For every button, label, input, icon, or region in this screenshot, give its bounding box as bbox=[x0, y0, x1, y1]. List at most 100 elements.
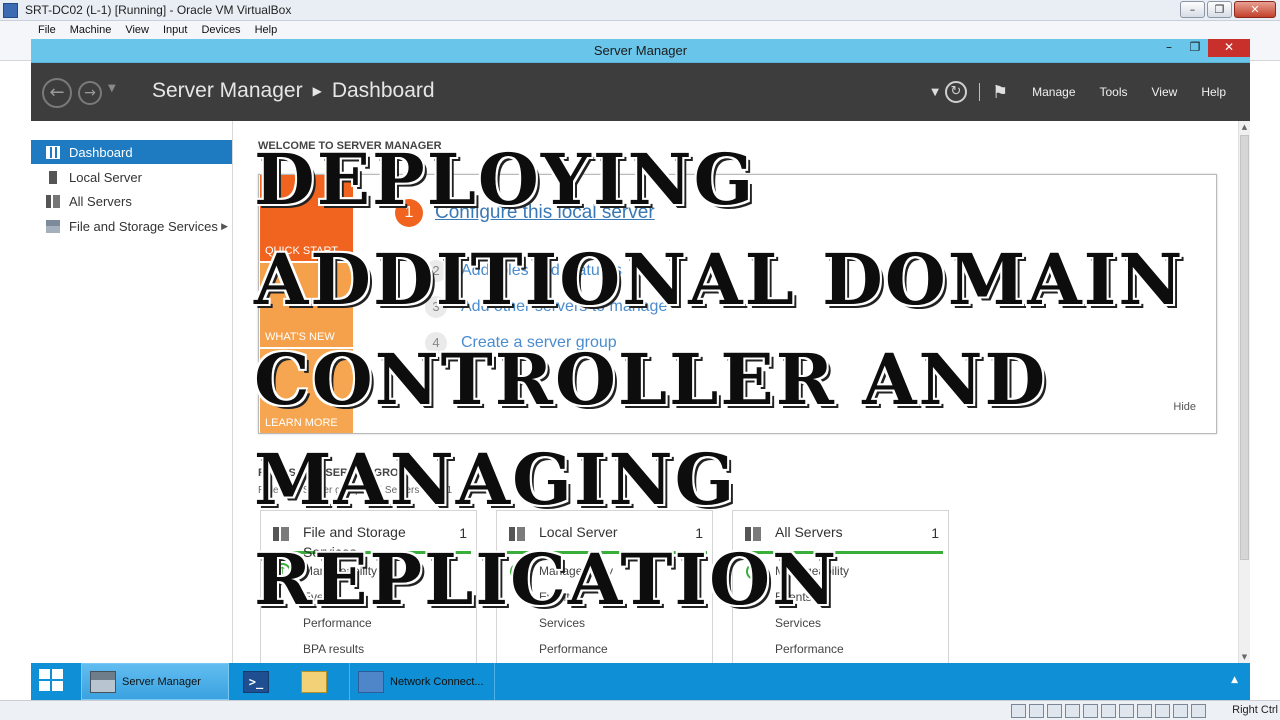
vertical-scrollbar[interactable]: ▲ ▼ bbox=[1238, 121, 1250, 663]
tile-all-servers[interactable]: All Servers 1 ↑ Manageability Events Ser… bbox=[732, 510, 949, 663]
dashboard-icon bbox=[46, 145, 60, 159]
menu-tools[interactable]: Tools bbox=[1100, 85, 1128, 99]
tray-expand-icon[interactable]: ▲ bbox=[1231, 675, 1238, 685]
sm-restore-button[interactable]: ❐ bbox=[1182, 39, 1208, 57]
tile-row[interactable]: Performance bbox=[303, 616, 372, 630]
history-dropdown-icon[interactable]: ▼ bbox=[108, 83, 116, 94]
notifications-flag-icon[interactable]: ⚑ bbox=[992, 82, 1008, 103]
scroll-down-icon[interactable]: ▼ bbox=[1239, 651, 1250, 663]
expand-arrow-icon[interactable]: ▶ bbox=[221, 221, 228, 232]
taskbar-powershell[interactable]: >_ bbox=[235, 663, 285, 700]
tile-header[interactable]: Local Server 1 bbox=[505, 517, 707, 554]
storage-icon bbox=[46, 219, 60, 233]
scroll-thumb[interactable] bbox=[1240, 135, 1249, 560]
taskbar-label: Server Manager bbox=[122, 675, 201, 688]
tile-row[interactable]: Manageability bbox=[303, 564, 377, 578]
tile-row[interactable]: Manageability bbox=[539, 564, 613, 578]
hard-disk-icon[interactable] bbox=[1011, 704, 1026, 718]
video-capture-icon[interactable] bbox=[1137, 704, 1152, 718]
menu-input[interactable]: Input bbox=[163, 21, 187, 39]
tile-row[interactable]: Events bbox=[303, 590, 340, 604]
cpu-icon[interactable] bbox=[1155, 704, 1170, 718]
status-ok-icon: ↑ bbox=[274, 563, 291, 580]
sidebar-item-local-server[interactable]: Local Server bbox=[31, 165, 232, 189]
sm-close-button[interactable]: ✕ bbox=[1208, 39, 1250, 57]
tab-learn-more[interactable]: LEARN MORE bbox=[260, 349, 353, 433]
sidebar-item-label: All Servers bbox=[69, 193, 132, 209]
vbox-menubar: File Machine View Input Devices Help bbox=[0, 21, 1280, 39]
powershell-icon: >_ bbox=[243, 670, 269, 693]
sidebar-item-file-storage[interactable]: File and Storage Services ▶ bbox=[31, 214, 232, 238]
network-icon[interactable] bbox=[1065, 704, 1080, 718]
tile-file-storage[interactable]: File and Storage Services 1 ↑ Manageabil… bbox=[260, 510, 477, 663]
tile-header[interactable]: All Servers 1 bbox=[741, 517, 943, 554]
taskbar-file-explorer[interactable] bbox=[293, 663, 343, 700]
tile-row[interactable]: Events bbox=[775, 590, 812, 604]
back-arrow-icon[interactable]: ← bbox=[42, 78, 72, 108]
step-add-servers[interactable]: 3 Add other servers to manage bbox=[425, 296, 667, 318]
sm-window-title: Server Manager bbox=[593, 43, 688, 58]
audio-icon[interactable] bbox=[1047, 704, 1062, 718]
taskbar-server-manager[interactable]: Server Manager bbox=[81, 663, 229, 700]
tab-quick-start[interactable]: QUICK START bbox=[260, 175, 353, 261]
menu-help[interactable]: Help bbox=[255, 21, 278, 39]
server-manager-icon bbox=[90, 670, 116, 693]
sidebar-item-label: Local Server bbox=[69, 169, 142, 185]
close-button[interactable]: ✕ bbox=[1234, 1, 1276, 18]
step-add-roles[interactable]: 2 Add roles and features bbox=[425, 260, 622, 282]
minimize-button[interactable]: – bbox=[1180, 1, 1205, 18]
tile-row[interactable]: Performance bbox=[775, 642, 844, 656]
hide-link[interactable]: Hide bbox=[1173, 401, 1196, 413]
tile-row[interactable]: Services bbox=[539, 616, 585, 630]
step-link[interactable]: Add roles and features bbox=[461, 262, 622, 280]
keyboard-icon[interactable] bbox=[1191, 704, 1206, 718]
tile-row[interactable]: Events bbox=[539, 590, 576, 604]
header-actions: ▼ ↻ ⚑ Manage Tools View Help bbox=[931, 63, 1250, 121]
menu-view[interactable]: View bbox=[125, 21, 149, 39]
file-explorer-icon bbox=[301, 670, 327, 693]
tile-row[interactable]: BPA results bbox=[303, 642, 364, 656]
menu-sm-view[interactable]: View bbox=[1152, 85, 1178, 99]
welcome-heading: WELCOME TO SERVER MANAGER bbox=[258, 140, 442, 152]
tile-row[interactable]: Performance bbox=[539, 642, 608, 656]
mouse-integration-icon[interactable] bbox=[1173, 704, 1188, 718]
tile-header[interactable]: File and Storage Services 1 bbox=[269, 517, 471, 560]
status-ok-icon: ↑ bbox=[746, 563, 763, 580]
breadcrumb-root[interactable]: Server Manager bbox=[152, 79, 303, 103]
restore-button[interactable]: ❐ bbox=[1207, 1, 1232, 18]
menu-machine[interactable]: Machine bbox=[70, 21, 112, 39]
tab-whats-new[interactable]: WHAT'S NEW bbox=[260, 263, 353, 347]
display-icon[interactable] bbox=[1119, 704, 1134, 718]
refresh-dropdown-icon[interactable]: ▼ bbox=[931, 87, 939, 98]
tile-row[interactable]: Services bbox=[775, 616, 821, 630]
tile-title: All Servers bbox=[775, 524, 843, 540]
step-link[interactable]: Create a server group bbox=[461, 334, 617, 352]
taskbar-network-connections[interactable]: Network Connect... bbox=[349, 663, 495, 700]
scroll-up-icon[interactable]: ▲ bbox=[1239, 121, 1250, 133]
step-configure-local-server[interactable]: 1 Configure this local server bbox=[395, 199, 655, 227]
shared-folders-icon[interactable] bbox=[1101, 704, 1116, 718]
sm-window-controls: – ❐ ✕ bbox=[1156, 39, 1250, 57]
menu-devices[interactable]: Devices bbox=[201, 21, 240, 39]
step-number: 3 bbox=[425, 296, 447, 318]
virtualbox-icon bbox=[3, 3, 18, 18]
step-link[interactable]: Add other servers to manage bbox=[461, 298, 667, 316]
menu-file[interactable]: File bbox=[38, 21, 56, 39]
sidebar-item-all-servers[interactable]: All Servers bbox=[31, 189, 232, 213]
sm-minimize-button[interactable]: – bbox=[1156, 39, 1182, 57]
step-create-group[interactable]: 4 Create a server group bbox=[425, 332, 617, 354]
menu-manage[interactable]: Manage bbox=[1032, 85, 1075, 99]
breadcrumb-separator-icon: ▶ bbox=[312, 84, 322, 98]
tile-row[interactable]: Manageability bbox=[775, 564, 849, 578]
menu-sm-help[interactable]: Help bbox=[1201, 85, 1226, 99]
forward-arrow-icon[interactable]: → bbox=[78, 81, 102, 105]
refresh-icon[interactable]: ↻ bbox=[944, 81, 967, 103]
optical-drive-icon[interactable] bbox=[1029, 704, 1044, 718]
windows-start-icon[interactable] bbox=[39, 669, 65, 693]
groups-heading: ROLES AND SERVER GROUPS bbox=[258, 467, 422, 479]
usb-icon[interactable] bbox=[1083, 704, 1098, 718]
step-link[interactable]: Configure this local server bbox=[435, 202, 655, 224]
tile-local-server[interactable]: Local Server 1 ↑ Manageability Events Se… bbox=[496, 510, 713, 663]
storage-icon bbox=[273, 527, 289, 541]
sidebar-item-dashboard[interactable]: Dashboard bbox=[31, 140, 232, 164]
